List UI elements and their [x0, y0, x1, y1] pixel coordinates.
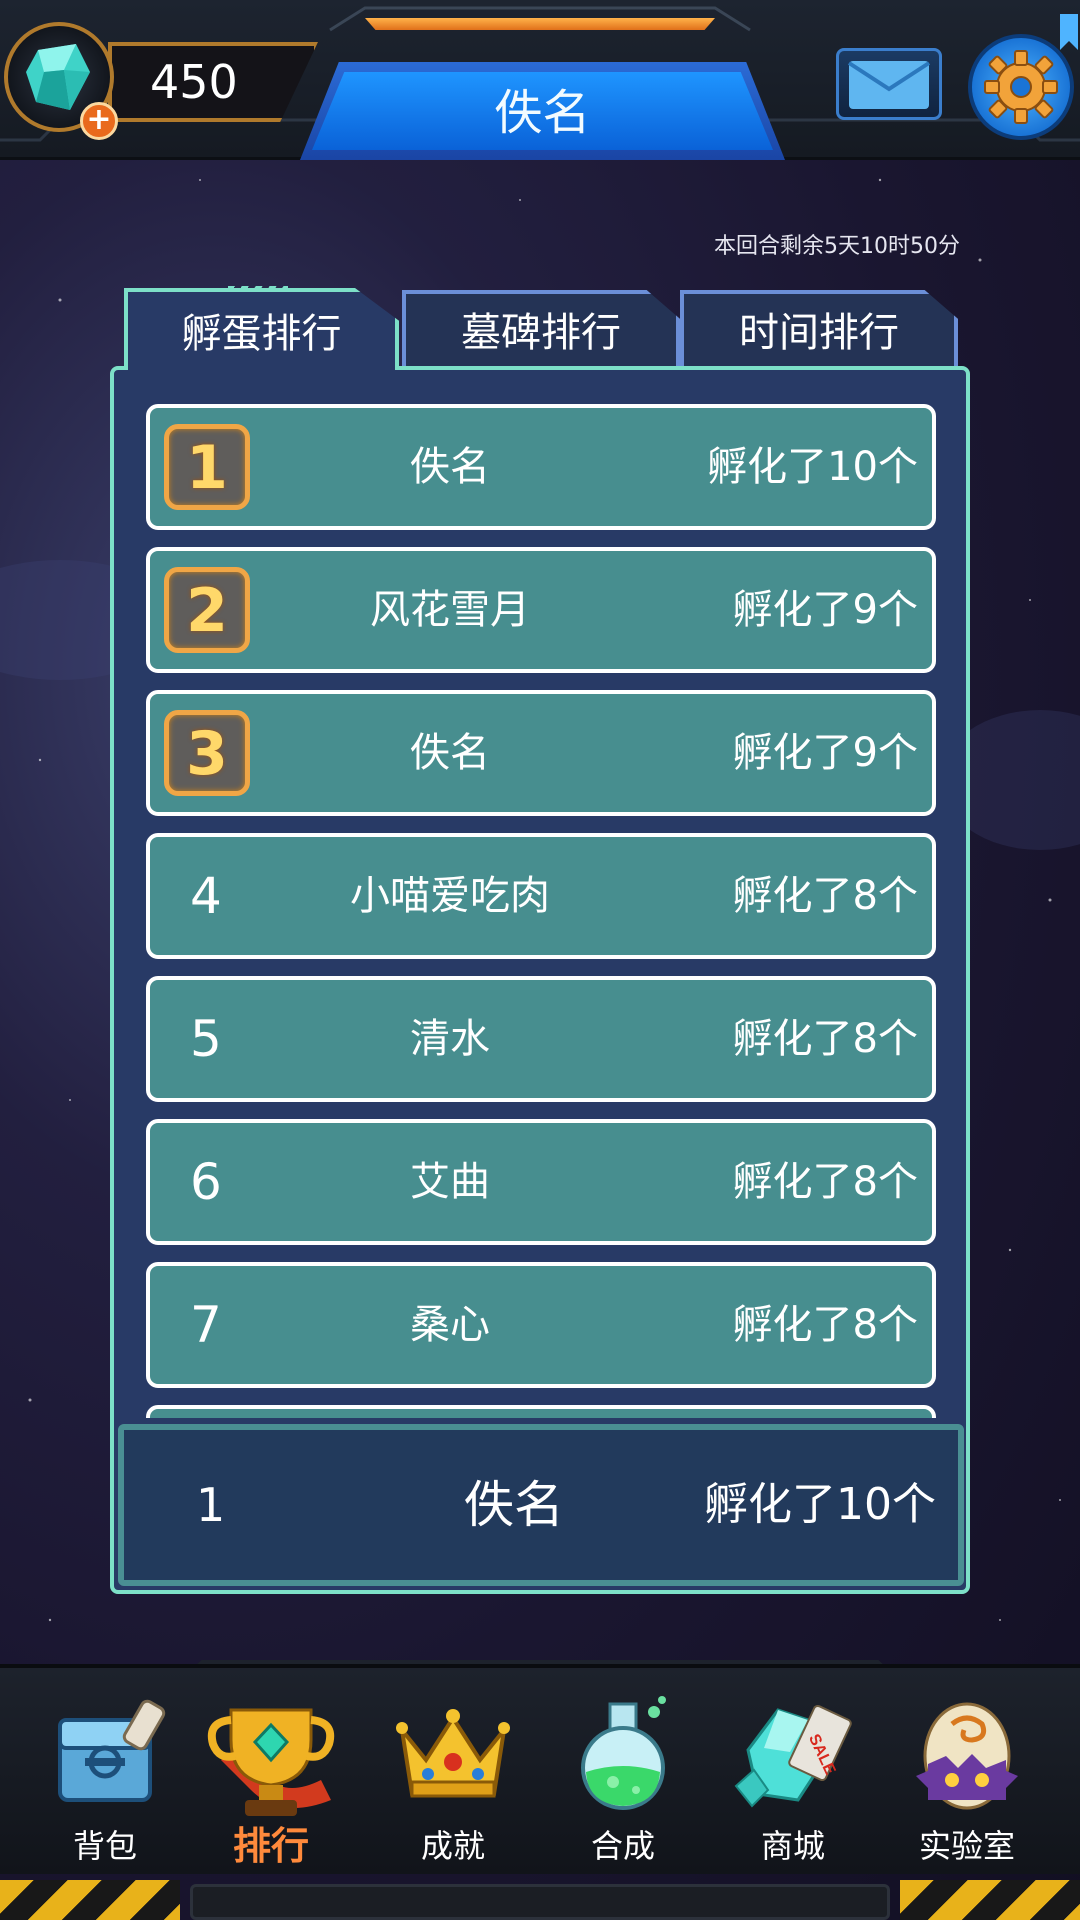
my-hatch-count: 孵化了10个: [704, 1479, 936, 1530]
ranking-row[interactable]: 1 佚名 孵化了10个: [146, 404, 936, 530]
crystal-sale-icon: SALE: [734, 1704, 852, 1808]
nav-label: 排行: [232, 1824, 309, 1868]
rank-number: 7: [190, 1296, 222, 1354]
egg-monster-icon: [916, 1702, 1018, 1810]
hatch-count: 孵化了8个: [732, 873, 918, 919]
gem-count: 450: [150, 55, 238, 109]
player-name-title: 佚名: [494, 85, 591, 141]
hatch-count: 孵化了8个: [732, 1016, 918, 1062]
crown-icon: [396, 1709, 510, 1798]
tab-tombstone-ranking[interactable]: 墓碑排行: [402, 290, 680, 366]
rank-number: 5: [190, 1010, 222, 1068]
nav-backpack[interactable]: 背包: [30, 1690, 180, 1870]
ranking-row[interactable]: 7 桑心 孵化了8个: [146, 1262, 936, 1388]
my-player-name: 佚名: [464, 1476, 564, 1534]
player-name: 佚名: [410, 444, 490, 490]
ranking-row[interactable]: 3 佚名 孵化了9个: [146, 690, 936, 816]
nav-shop[interactable]: SALE 商城: [718, 1690, 868, 1870]
rank-number: 6: [190, 1153, 222, 1211]
nav-label: 实验室: [918, 1827, 1015, 1865]
ranking-list[interactable]: 1 佚名 孵化了10个 2 风花雪月 孵化了9个 3 佚名 孵化了9个 4 小喵…: [140, 398, 940, 1418]
nav-label: 商城: [760, 1827, 825, 1865]
player-name: 小喵爱吃肉: [350, 873, 550, 919]
title-accent-strip: [365, 18, 715, 30]
hatch-count: 孵化了9个: [732, 587, 918, 633]
nav-synthesis[interactable]: 合成: [548, 1690, 698, 1870]
hazard-stripe-left: [0, 1880, 180, 1920]
ranking-row-partial[interactable]: [146, 1405, 936, 1418]
my-rank-number: 1: [196, 1478, 226, 1532]
nav-label: 合成: [590, 1827, 655, 1865]
potion-flask-icon: [581, 1696, 666, 1810]
trophy-icon: [207, 1708, 335, 1816]
nav-label: 背包: [72, 1827, 137, 1865]
rank-number: 1: [186, 433, 228, 503]
player-name: 艾曲: [410, 1159, 490, 1205]
rank-number: 4: [190, 867, 222, 925]
bottom-slot: [190, 1884, 890, 1920]
hatch-count: 孵化了10个: [707, 444, 918, 490]
mail-button[interactable]: [836, 48, 942, 120]
nav-laboratory[interactable]: 实验室: [892, 1690, 1042, 1870]
hazard-stripe-right: [900, 1880, 1080, 1920]
ranking-row[interactable]: 2 风花雪月 孵化了9个: [146, 547, 936, 673]
nav-ranking[interactable]: 排行: [196, 1690, 346, 1870]
hatch-count: 孵化了8个: [732, 1159, 918, 1205]
gold-rank-badge: 1: [164, 424, 250, 510]
add-gems-plus-icon[interactable]: +: [80, 102, 118, 140]
gold-rank-badge: 3: [164, 710, 250, 796]
tab-time-ranking[interactable]: 时间排行: [680, 290, 958, 366]
mail-icon: [847, 61, 931, 109]
rank-number: 2: [186, 576, 228, 646]
nav-label: 成就: [420, 1827, 485, 1865]
gold-rank-badge: 2: [164, 567, 250, 653]
my-rank-bar: 1 佚名 孵化了10个: [118, 1424, 964, 1586]
gear-icon: [984, 50, 1058, 124]
hatch-count: 孵化了8个: [732, 1302, 918, 1348]
nav-achievements[interactable]: 成就: [378, 1690, 528, 1870]
player-name: 桑心: [410, 1302, 490, 1348]
round-countdown: 本回合剩余5天10时50分: [714, 234, 960, 259]
ranking-row[interactable]: 6 艾曲 孵化了8个: [146, 1119, 936, 1245]
ranking-row[interactable]: 5 清水 孵化了8个: [146, 976, 936, 1102]
player-name: 风花雪月: [370, 587, 530, 633]
hatch-count: 孵化了9个: [732, 730, 918, 776]
tab-hatch-ranking[interactable]: 孵蛋排行: [124, 288, 399, 370]
settings-button[interactable]: [968, 34, 1074, 140]
player-name: 清水: [410, 1016, 490, 1062]
player-name: 佚名: [410, 730, 490, 776]
rank-number: 3: [186, 719, 228, 789]
backpack-chest-icon: [58, 1699, 166, 1802]
ranking-row[interactable]: 4 小喵爱吃肉 孵化了8个: [146, 833, 936, 959]
